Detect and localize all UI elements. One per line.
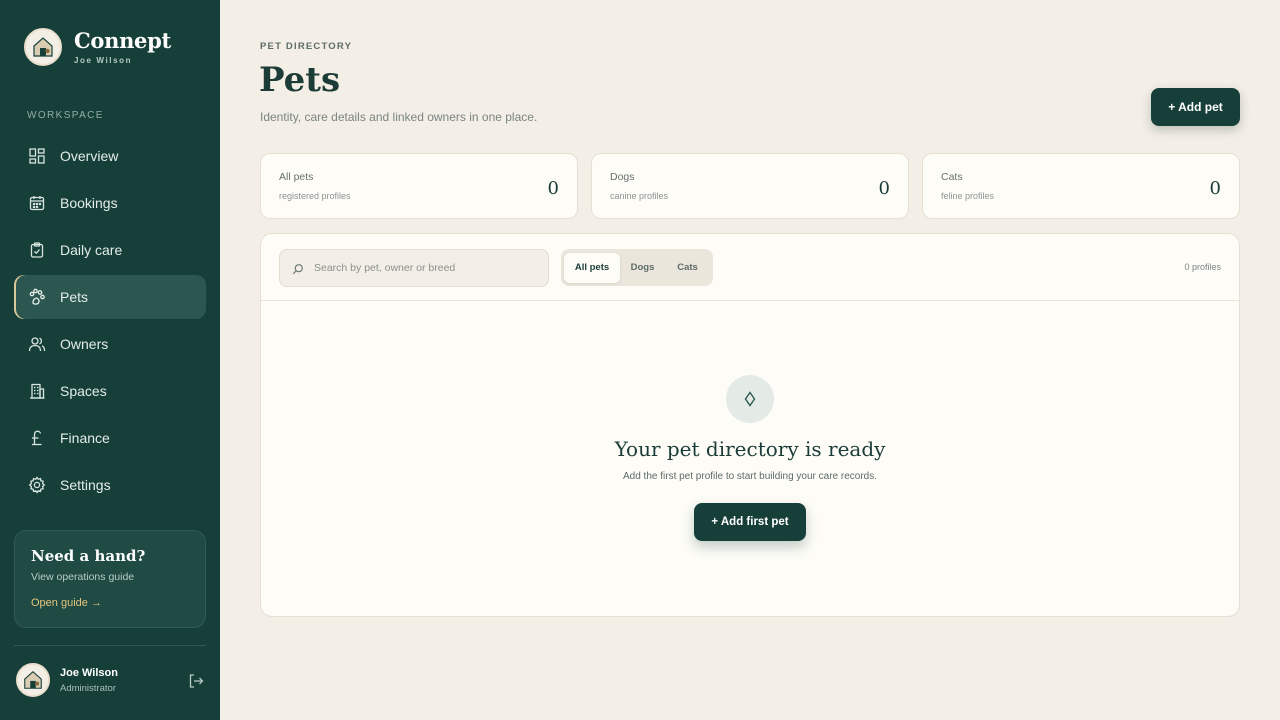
- sidebar-item-label: Pets: [60, 289, 89, 305]
- panel-divider: [261, 300, 1239, 301]
- tab-cats[interactable]: Cats: [665, 253, 710, 283]
- user-name: Joe Wilson: [60, 666, 118, 679]
- help-subtitle: View operations guide: [31, 571, 135, 583]
- pet-directory-panel: Search by pet, owner or breed All pets D…: [260, 233, 1240, 617]
- diamond-icon: [726, 375, 774, 423]
- sidebar-item-label: Spaces: [60, 383, 107, 399]
- sidebar-item-settings[interactable]: Settings: [14, 463, 206, 507]
- stat-card-all-pets: All pets registered profiles 0: [260, 153, 578, 219]
- search-input[interactable]: Search by pet, owner or breed: [279, 249, 549, 287]
- sidebar-item-overview[interactable]: Overview: [14, 134, 206, 178]
- building-icon: [28, 382, 46, 400]
- open-guide-link[interactable]: Open guide →: [31, 597, 189, 609]
- add-pet-button[interactable]: + Add pet: [1151, 88, 1240, 126]
- sidebar-item-label: Bookings: [60, 195, 118, 211]
- sidebar-item-bookings[interactable]: Bookings: [14, 181, 206, 225]
- sidebar-item-label: Finance: [60, 430, 110, 446]
- page-eyebrow: PET DIRECTORY: [260, 41, 353, 52]
- tab-dogs[interactable]: Dogs: [620, 253, 665, 283]
- empty-state-title: Your pet directory is ready: [614, 437, 886, 461]
- sidebar-item-owners[interactable]: Owners: [14, 322, 206, 366]
- calendar-icon: [28, 194, 46, 212]
- stat-sub: registered profiles: [279, 191, 351, 201]
- sidebar: Connept Joe Wilson WORKSPACE Overview Bo…: [0, 0, 220, 720]
- sidebar-item-pets[interactable]: Pets: [14, 275, 206, 319]
- stat-value: 0: [1209, 178, 1221, 199]
- page-subtitle: Identity, care details and linked owners…: [260, 110, 538, 124]
- app-user-caption: Joe Wilson: [74, 56, 133, 65]
- sidebar-divider: [14, 645, 206, 646]
- stat-label: Cats: [941, 171, 963, 183]
- help-title: Need a hand?: [31, 547, 146, 565]
- filter-tabs: All pets Dogs Cats: [561, 249, 713, 286]
- stat-sub: feline profiles: [941, 191, 995, 201]
- workspace-label: WORKSPACE: [27, 110, 104, 121]
- stat-sub: canine profiles: [610, 191, 669, 201]
- sidebar-item-spaces[interactable]: Spaces: [14, 369, 206, 413]
- stat-value: 0: [547, 178, 559, 199]
- add-first-pet-button[interactable]: + Add first pet: [694, 503, 806, 541]
- paw-icon: [28, 288, 46, 306]
- search-placeholder: Search by pet, owner or breed: [314, 262, 456, 274]
- user-role: Administrator: [60, 682, 116, 694]
- profile-count: 0 profiles: [1184, 262, 1221, 272]
- grid-icon: [28, 147, 46, 165]
- sidebar-item-label: Daily care: [60, 242, 123, 258]
- tab-all-pets[interactable]: All pets: [564, 252, 620, 283]
- users-icon: [28, 335, 46, 353]
- stat-card-dogs: Dogs canine profiles 0: [591, 153, 909, 219]
- sidebar-item-label: Settings: [60, 477, 111, 493]
- sidebar-item-daily-care[interactable]: Daily care: [14, 228, 206, 272]
- empty-state-subtitle: Add the first pet profile to start build…: [622, 471, 877, 482]
- sidebar-item-label: Owners: [60, 336, 109, 352]
- app-name: Connept: [74, 28, 171, 53]
- gear-icon: [28, 476, 46, 494]
- logo-icon: [24, 28, 62, 66]
- stat-card-cats: Cats feline profiles 0: [922, 153, 1240, 219]
- user-profile[interactable]: Joe Wilson Administrator: [16, 663, 208, 697]
- sidebar-item-finance[interactable]: Finance: [14, 416, 206, 460]
- page-title: Pets: [259, 60, 341, 100]
- avatar: [16, 663, 50, 697]
- stat-label: All pets: [279, 171, 314, 183]
- stat-value: 0: [878, 178, 890, 199]
- pound-icon: [28, 429, 46, 447]
- search-icon: [292, 262, 304, 275]
- brand[interactable]: Connept Joe Wilson: [24, 28, 171, 66]
- sidebar-item-label: Overview: [60, 148, 119, 164]
- stat-label: Dogs: [610, 171, 635, 183]
- logout-icon[interactable]: [188, 673, 204, 689]
- help-card: Need a hand? View operations guide Open …: [14, 530, 206, 628]
- clipboard-icon: [28, 241, 46, 259]
